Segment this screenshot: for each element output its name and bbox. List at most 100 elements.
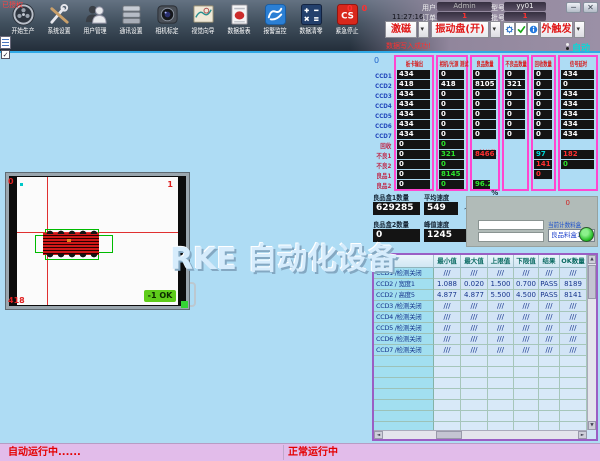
toolbar-button-camera-calibration[interactable]: 相机标定 [149, 3, 185, 36]
stats-column: 不良品数量032100000 [502, 55, 529, 191]
stats-cell-slot: 0 [439, 100, 465, 110]
results-cell: 1.088 [434, 279, 461, 290]
status-bar-divider [283, 445, 284, 460]
stats-row-label: 良品1 [375, 171, 393, 181]
info-button[interactable] [527, 22, 539, 36]
results-cell [514, 389, 539, 400]
stats-cell-slot: 0 [397, 170, 431, 180]
scroll-up-icon[interactable]: ▲ [588, 255, 596, 264]
camera-bottom-left-value: 418 [8, 296, 25, 305]
results-row-label [374, 400, 434, 411]
stats-cell-slot: 0 [397, 160, 431, 170]
toolbar-button-communication-settings[interactable]: 通讯设置 [113, 3, 149, 36]
stats-value-cell: 0 [439, 90, 464, 99]
vertical-scrollbar[interactable]: ▲ ▼ [587, 255, 596, 430]
toolbar-button-user-management[interactable]: 用户管理 [77, 3, 113, 36]
stats-value-cell: 0 [439, 120, 464, 129]
results-row[interactable]: CCD7 /检测关闭////////////////// [374, 345, 596, 356]
results-row[interactable]: CCD5 /检测关闭////////////////// [374, 323, 596, 334]
results-row[interactable]: CCD4 /检测关闭////////////////// [374, 312, 596, 323]
toolbar-button-data-reset[interactable]: 数据清零 [293, 3, 329, 36]
stats-cell-slot [473, 160, 497, 170]
model-value-field[interactable]: yy01 [504, 2, 546, 11]
inspected-coil-component [43, 233, 99, 255]
stats-cell-slot: 0 [397, 180, 431, 190]
results-row-label [374, 389, 434, 400]
stats-cell-slot: 0 [505, 110, 526, 120]
external-trigger-button[interactable]: 外触发 [540, 21, 573, 38]
counter-input-1[interactable] [478, 220, 544, 230]
excite-dropdown[interactable] [418, 21, 429, 38]
counter-input-2[interactable] [478, 232, 544, 242]
current-counting-box-label: 当前计数料盒 [548, 219, 581, 229]
scroll-down-icon[interactable]: ▼ [588, 421, 596, 430]
stats-value-cell: 0 [505, 130, 525, 139]
stats-cell-slot: 0 [505, 120, 526, 130]
results-row-label [374, 367, 434, 378]
stats-value-cell: 0 [561, 160, 594, 169]
scroll-left-icon[interactable]: ◄ [374, 431, 383, 439]
results-cell [539, 367, 560, 378]
confirm-check-button[interactable] [515, 22, 527, 36]
results-row[interactable]: CCD6 /检测关闭////////////////// [374, 334, 596, 345]
results-cell: PASS [539, 279, 560, 290]
results-cell: /// [560, 312, 587, 323]
horizontal-scrollbar[interactable]: ◄ ► [374, 430, 587, 439]
minimize-button[interactable]: ─ [566, 2, 581, 13]
results-row[interactable]: CCD3 /检测关闭////////////////// [374, 301, 596, 312]
scroll-right-icon[interactable]: ► [578, 431, 587, 439]
results-column-header: 结果 [539, 255, 560, 268]
stats-value-cell: 321 [505, 80, 525, 89]
close-button[interactable]: ✕ [583, 2, 598, 13]
user-value-field[interactable]: Admin [437, 2, 492, 11]
horizontal-scroll-thumb[interactable] [436, 431, 462, 439]
stats-value-cell: 0 [534, 70, 552, 79]
order-value-field[interactable]: 1 [437, 12, 492, 21]
results-cell: /// [560, 323, 587, 334]
stats-column: 良品数量0810500000入料总数846696.21% [470, 55, 500, 191]
toolbar-button-vision-wizard[interactable]: 视觉向导 [185, 3, 221, 36]
production-stats-panel: 0 CCD1CCD2CCD3CCD4CCD5CCD6CCD7回收不良1不良2良品… [372, 55, 600, 193]
settings-gear-button[interactable] [503, 22, 515, 36]
stats-cell-slot: 0 [505, 70, 526, 80]
toolbar-button-alarm-monitor[interactable]: 报警监控 [257, 3, 293, 36]
results-cell [560, 389, 587, 400]
results-cell: /// [514, 323, 539, 334]
stats-row-label: 良品2 [375, 181, 393, 191]
results-cell: /// [434, 301, 461, 312]
results-cell [539, 411, 560, 422]
gear-icon [505, 25, 514, 34]
stats-value-cell: 0 [439, 70, 464, 79]
toolbar-button-data-report[interactable]: 数据报表 [221, 3, 257, 36]
vibration-bowl-button[interactable]: 振动盘(开) [431, 21, 489, 38]
stats-value-cell: 0 [439, 180, 464, 189]
batch-value-field[interactable]: 1 [504, 12, 546, 21]
results-column-header: 上限值 [488, 255, 514, 268]
stats-cell-slot: 434 [397, 70, 431, 80]
stats-cell-slot [561, 140, 595, 150]
toolbar-button-system-settings[interactable]: 系统设置 [41, 3, 77, 36]
results-row-label [374, 411, 434, 422]
excite-button[interactable]: 激磁 [385, 21, 417, 38]
external-trigger-dropdown[interactable] [574, 21, 585, 38]
results-row[interactable]: CCD2 / 高度54.8774.8775.5004.500PASS8141 [374, 290, 596, 301]
tray-checkbox[interactable]: ✓ [1, 50, 10, 59]
counting-box-panel: 0 当前计数料盒 良品料盒1 [466, 196, 598, 247]
counter-corner-value: 0 [566, 199, 570, 207]
results-row[interactable]: CCD2 / 宽度11.0880.0201.5000.700PASS8189 [374, 279, 596, 290]
stats-value-cell: 0 [473, 90, 496, 99]
stats-cell-slot: 0 [397, 140, 431, 150]
results-row[interactable]: CCD1 /检测关闭////////////////// [374, 268, 596, 279]
stats-value-cell: 321 [439, 150, 464, 159]
vertical-scroll-thumb[interactable] [588, 265, 596, 299]
stop-counter-left: 0 [347, 4, 353, 13]
stats-value-cell: 0 [397, 180, 430, 189]
stats-cell-slot: 0 [439, 160, 465, 170]
tray-document-icon[interactable] [0, 36, 11, 49]
results-cell: /// [539, 312, 560, 323]
vibration-bowl-dropdown[interactable] [490, 21, 501, 38]
results-cell: /// [434, 334, 461, 345]
info-icon [529, 25, 538, 34]
results-cell: /// [539, 323, 560, 334]
stats-cell-slot: 434 [397, 90, 431, 100]
